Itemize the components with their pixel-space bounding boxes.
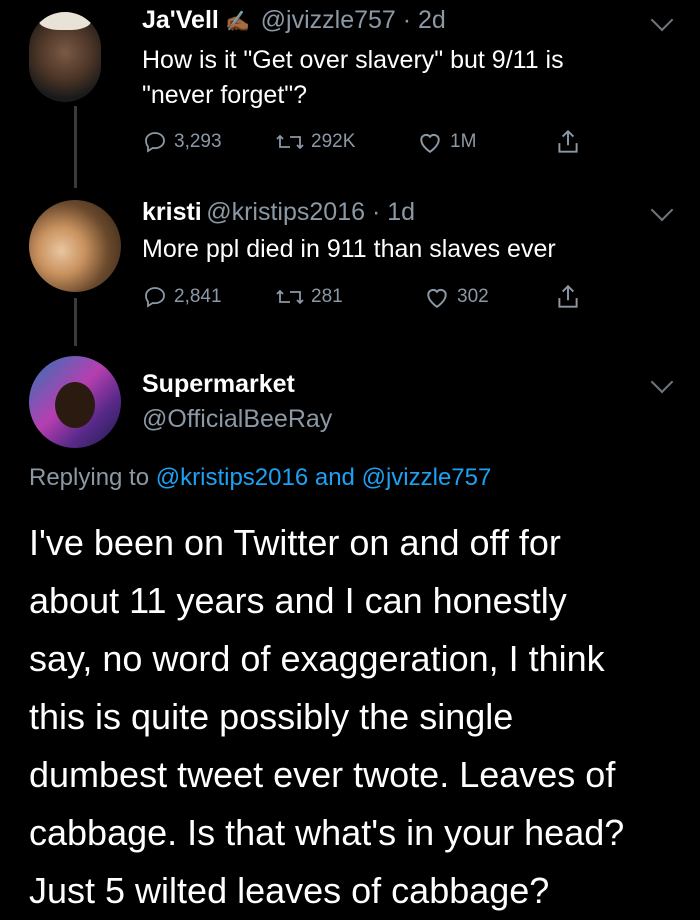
writing-hand-emoji-icon: ✍🏾: [225, 11, 251, 33]
display-name[interactable]: kristi: [142, 198, 202, 226]
chevron-down-icon[interactable]: [650, 198, 674, 222]
avatar[interactable]: [29, 200, 121, 292]
handle-timestamp[interactable]: @kristips2016 · 1d: [206, 198, 415, 226]
reply-button[interactable]: 2,841: [142, 285, 222, 309]
display-name[interactable]: Supermarket: [142, 370, 295, 399]
replying-to: Replying to @kristips2016 and @jvizzle75…: [29, 464, 491, 492]
retweet-icon: [276, 134, 304, 150]
tweet-text: More ppl died in 911 than slaves ever: [142, 235, 556, 263]
tweet-text-line: cabbage. Is that what's in your head?: [29, 812, 625, 853]
thread-line: [74, 106, 77, 188]
heart-icon: [420, 134, 440, 153]
tweet-text-line: about 11 years and I can honestly: [29, 580, 567, 621]
thread-line: [74, 298, 77, 346]
tweet-text-line: Just 5 wilted leaves of cabbage?: [29, 870, 550, 911]
tweet-text: I've been on Twitter on and off for abou…: [29, 514, 679, 920]
share-button[interactable]: [555, 128, 587, 156]
reply-icon: [145, 132, 165, 153]
heart-icon: [427, 289, 447, 308]
handle[interactable]: @OfficialBeeRay: [142, 405, 332, 434]
retweet-count: 292K: [311, 131, 356, 152]
retweet-icon: [276, 289, 304, 305]
reply-button[interactable]: 3,293: [142, 130, 222, 154]
tweet-header: Ja'Vell ✍🏾 @jvizzle757 · 2d: [142, 6, 446, 35]
share-icon: [558, 129, 578, 153]
reply-count: 3,293: [174, 131, 222, 152]
replying-prefix: Replying to: [29, 464, 150, 491]
tweet-text-line: dumbest tweet ever twote. Leaves of: [29, 754, 616, 795]
like-count: 1M: [450, 131, 477, 152]
reply-icon: [145, 287, 165, 308]
tweet-text-line: this is quite possibly the single: [29, 696, 514, 737]
like-count: 302: [457, 286, 489, 307]
replying-and: and: [314, 464, 355, 491]
tweet-text-line: I've been on Twitter on and off for: [29, 522, 561, 563]
tweet-text-line: "never forget"?: [142, 81, 308, 109]
chevron-down-icon[interactable]: [650, 8, 674, 32]
tweet-text-line: say, no word of exaggeration, I think: [29, 638, 605, 679]
like-button[interactable]: 302: [423, 285, 489, 309]
reply-count: 2,841: [174, 286, 222, 307]
mention-link[interactable]: @kristips2016: [156, 464, 308, 491]
chevron-down-icon[interactable]: [650, 370, 674, 394]
retweet-button[interactable]: 292K: [275, 130, 355, 154]
retweet-count: 281: [311, 286, 343, 307]
retweet-button[interactable]: 281: [275, 285, 343, 309]
tweet-text-line: How is it "Get over slavery" but 9/11 is: [142, 46, 564, 74]
display-name[interactable]: Ja'Vell: [142, 6, 219, 34]
tweet-header: kristi @kristips2016 · 1d: [142, 198, 415, 227]
avatar[interactable]: [29, 356, 121, 448]
like-button[interactable]: 1M: [416, 130, 476, 154]
avatar[interactable]: [29, 12, 101, 102]
handle-timestamp[interactable]: @jvizzle757 · 2d: [261, 6, 446, 34]
share-button[interactable]: [555, 283, 587, 311]
mention-link[interactable]: @jvizzle757: [362, 464, 492, 491]
share-icon: [558, 284, 578, 308]
